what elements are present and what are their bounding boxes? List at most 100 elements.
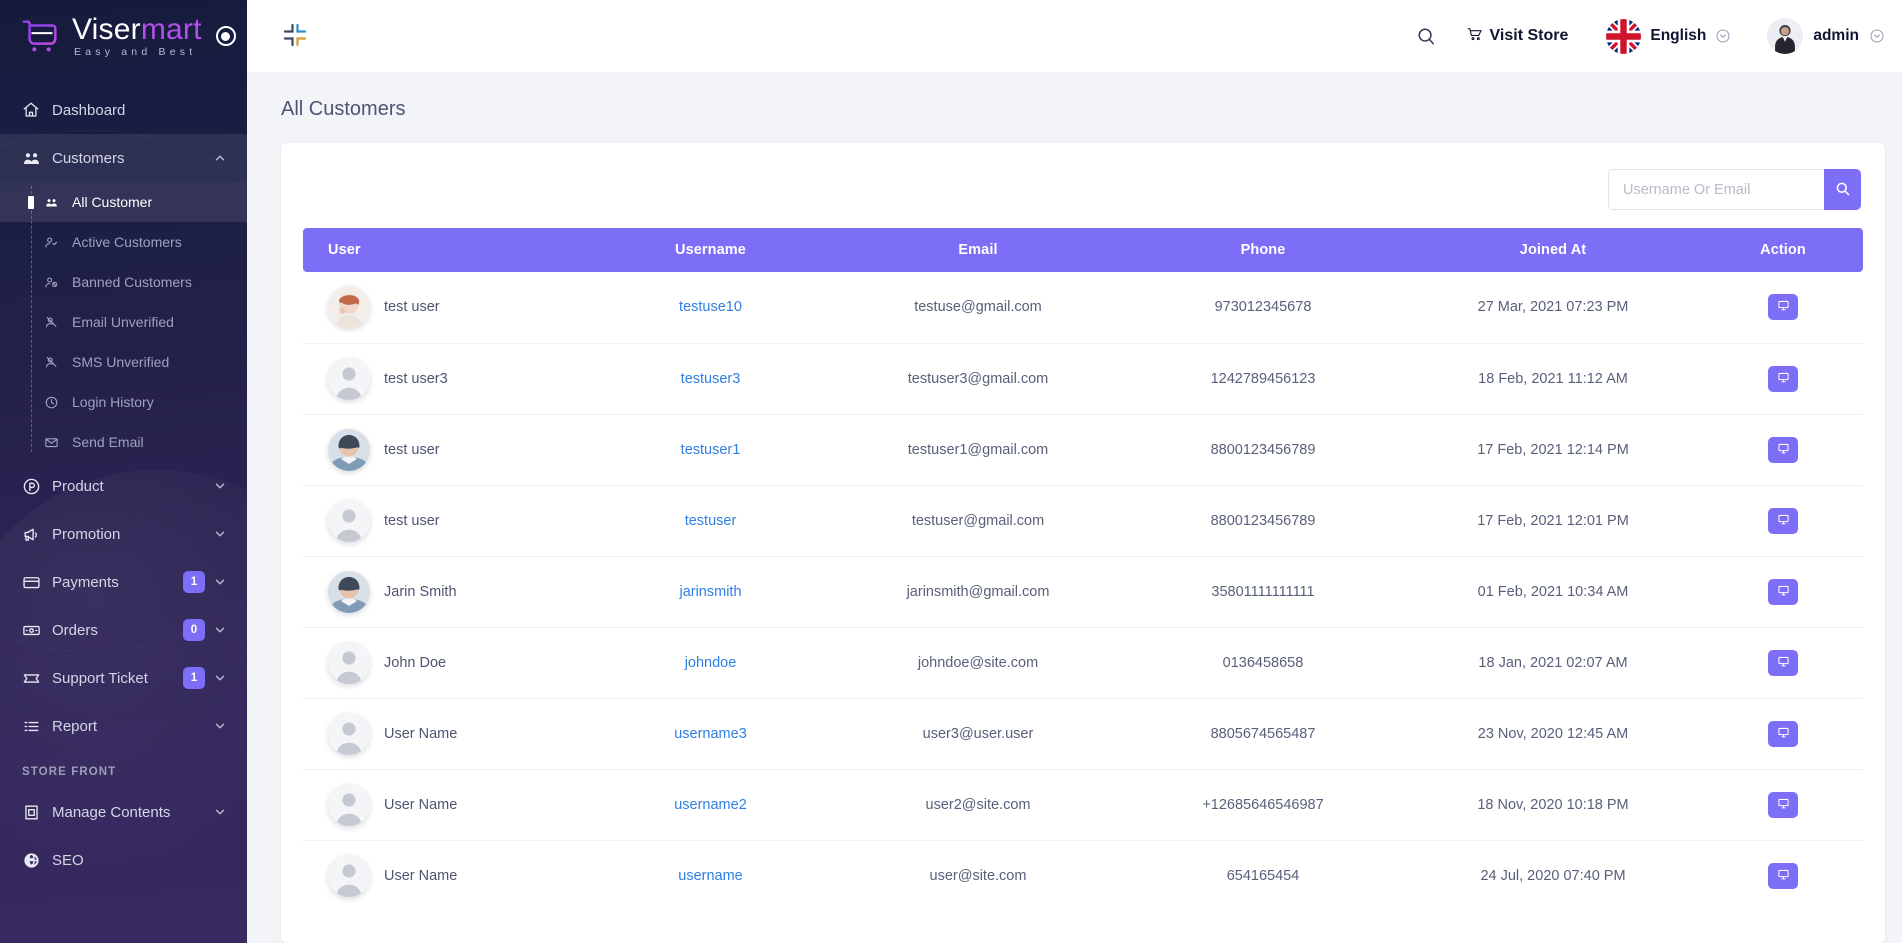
monitor-icon — [1777, 797, 1790, 813]
sidebar-item-banned-customers[interactable]: Banned Customers — [0, 262, 247, 302]
sidebar-item-login-history[interactable]: Login History — [0, 382, 247, 422]
table-row: User Name username2 user2@site.com +1268… — [303, 769, 1863, 841]
sidebar-item-all-customer[interactable]: All Customer — [0, 182, 247, 222]
cell-username: testuse10 — [588, 272, 833, 344]
sidebar-item-seo[interactable]: SEO — [0, 836, 247, 884]
search-icon — [1834, 180, 1851, 200]
sidebar-item-payments[interactable]: Payments 1 — [0, 558, 247, 606]
sidebar-item-active-customers[interactable]: Active Customers — [0, 222, 247, 262]
users-small-icon — [44, 195, 72, 210]
sidebar-item-customers[interactable]: Customers — [0, 134, 247, 182]
view-details-button[interactable] — [1768, 436, 1798, 463]
cell-email: johndoe@site.com — [833, 627, 1123, 699]
topbar-right: Visit Store English admin — [1409, 18, 1885, 54]
visit-store-button[interactable]: Visit Store — [1467, 26, 1569, 47]
user-email-off-icon — [44, 315, 72, 330]
cell-joined: 18 Jan, 2021 02:07 AM — [1403, 627, 1703, 699]
user-ban-icon — [44, 275, 72, 290]
cart-logo-icon — [20, 15, 62, 57]
view-details-button[interactable] — [1768, 578, 1798, 605]
language-selector[interactable]: English — [1606, 18, 1731, 54]
cell-email: testuser@gmail.com — [833, 485, 1123, 557]
cell-username: username — [588, 840, 833, 911]
page-title: All Customers — [281, 98, 406, 120]
profile-menu[interactable]: admin — [1767, 18, 1885, 54]
cell-action — [1703, 698, 1863, 770]
monitor-icon — [1777, 584, 1790, 600]
search-form — [1608, 169, 1861, 210]
cell-joined: 18 Nov, 2020 10:18 PM — [1403, 769, 1703, 841]
sidebar-item-report[interactable]: Report — [0, 702, 247, 750]
monitor-icon — [1777, 371, 1790, 387]
main-area: Visit Store English admin All Customers … — [247, 0, 1902, 943]
username-link[interactable]: johndoe — [685, 655, 737, 671]
search-icon[interactable] — [1409, 19, 1443, 53]
view-details-button[interactable] — [1768, 507, 1798, 534]
sidebar-item-dashboard[interactable]: Dashboard — [0, 86, 247, 134]
user-sms-off-icon — [44, 355, 72, 370]
view-details-button[interactable] — [1768, 365, 1798, 392]
monitor-icon — [1777, 513, 1790, 529]
username-link[interactable]: username — [678, 868, 742, 884]
cell-joined: 18 Feb, 2021 11:12 AM — [1403, 343, 1703, 415]
view-details-button[interactable] — [1768, 649, 1798, 676]
cell-email: user@site.com — [929, 867, 1027, 884]
cell-phone: 35801111111111 — [1123, 556, 1403, 628]
chevron-up-icon — [213, 151, 227, 165]
search-button[interactable] — [1824, 169, 1861, 210]
avatar — [328, 570, 370, 613]
search-input[interactable] — [1608, 169, 1824, 210]
sidebar-item-label: Manage Contents — [52, 803, 171, 821]
cell-joined: 24 Jul, 2020 07:40 PM — [1480, 867, 1626, 884]
clock-icon — [44, 395, 72, 410]
avatar — [328, 712, 370, 755]
cell-joined: 01 Feb, 2021 10:34 AM — [1403, 556, 1703, 628]
view-details-button[interactable] — [1768, 294, 1798, 321]
sidebar-item-sms-unverified[interactable]: SMS Unverified — [0, 342, 247, 382]
sidebar-item-orders[interactable]: Orders 0 — [0, 606, 247, 654]
table-header-row: User Username Email Phone Joined At Acti… — [303, 228, 1863, 272]
username-link[interactable]: testuse10 — [679, 299, 742, 315]
sidebar-item-promotion[interactable]: Promotion — [0, 510, 247, 558]
sidebar-item-manage-contents[interactable]: Manage Contents — [0, 788, 247, 836]
user-name: User Name — [384, 867, 458, 884]
brand-logo-block[interactable]: Visermart Easy and Best — [0, 0, 247, 72]
avatar — [328, 854, 370, 897]
avatar — [328, 428, 370, 471]
username-link[interactable]: username2 — [674, 797, 747, 813]
username-link[interactable]: testuser3 — [681, 371, 741, 387]
username-link[interactable]: username3 — [674, 726, 747, 742]
sidebar-item-label: Customers — [52, 149, 125, 167]
view-details-button[interactable] — [1768, 862, 1798, 889]
sidebar-badge-support-ticket: 1 — [183, 667, 205, 689]
cell-action — [1703, 840, 1863, 911]
sidebar-subitem-label: Send Email — [72, 434, 144, 450]
collapse-icon[interactable] — [281, 21, 311, 51]
view-details-button[interactable] — [1768, 791, 1798, 818]
cell-email: testuse@gmail.com — [833, 272, 1123, 344]
brand-text: Visermart Easy and Best — [72, 14, 202, 58]
sidebar-item-support-ticket[interactable]: Support Ticket 1 — [0, 654, 247, 702]
cell-user: User Name — [303, 840, 588, 911]
sidebar-item-send-email[interactable]: Send Email — [0, 422, 247, 462]
username-link[interactable]: testuser1 — [681, 442, 741, 458]
view-details-button[interactable] — [1768, 720, 1798, 747]
chevron-down-icon — [1715, 28, 1731, 44]
table-row: test user3 testuser3 testuser3@gmail.com… — [303, 343, 1863, 415]
user-check-icon — [44, 235, 72, 250]
sidebar-section-store-front: STORE FRONT — [22, 766, 117, 778]
cell-phone: 1242789456123 — [1123, 343, 1403, 415]
cell-user: Jarin Smith — [303, 556, 588, 628]
sidebar-item-email-unverified[interactable]: Email Unverified — [0, 302, 247, 342]
column-header-user: User — [303, 228, 588, 272]
user-name: John Doe — [384, 654, 447, 671]
cell-phone: 0136458658 — [1123, 627, 1403, 699]
avatar — [328, 357, 370, 400]
username-link[interactable]: jarinsmith — [679, 584, 741, 600]
visit-store-label: Visit Store — [1489, 27, 1569, 44]
sidebar-item-product[interactable]: Product — [0, 462, 247, 510]
avatar — [328, 783, 370, 826]
sidebar-nav: Dashboard Customers All Customer Active … — [0, 72, 247, 884]
username-link[interactable]: testuser — [685, 513, 737, 529]
column-header-phone: Phone — [1123, 228, 1403, 272]
